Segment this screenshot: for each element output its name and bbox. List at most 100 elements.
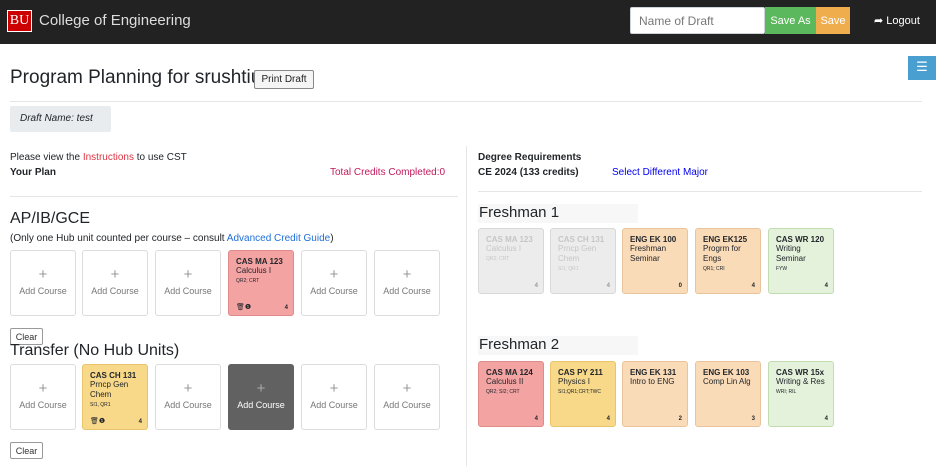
course-card-transfer[interactable]: CAS CH 131 Prncp Gen Chem SI1, QR1 🗑❶ 4 <box>82 364 148 430</box>
course-hub: SI1; QR1 <box>558 266 579 272</box>
course-credits: 4 <box>824 283 828 289</box>
add-course-slot[interactable]: + Add Course <box>374 250 440 316</box>
course-card[interactable]: ENG EK125 Progrm for Engs QR1; CRI 4 <box>695 228 761 294</box>
course-name: Physics I <box>558 377 591 386</box>
print-draft-button[interactable]: Print Draft <box>254 70 314 89</box>
course-credits: 4 <box>534 283 538 289</box>
add-course-label: Add Course <box>237 400 285 410</box>
page-title: Program Planning for srushtiu <box>10 67 262 88</box>
add-course-label: Add Course <box>310 400 358 410</box>
course-card[interactable]: ENG EK 103 Comp Lin Alg 3 <box>695 361 761 427</box>
course-card[interactable]: CAS PY 211 Physics I SI1;QR1;CRT;TWC 4 <box>550 361 616 427</box>
transfer-title: Transfer (No Hub Units) <box>10 342 180 359</box>
course-hub: QR2; CRT <box>236 278 260 284</box>
course-code: CAS PY 211 <box>558 368 603 377</box>
add-course-slot[interactable]: + Add Course <box>10 250 76 316</box>
course-credits: 0 <box>678 283 682 289</box>
plus-icon: + <box>183 266 193 283</box>
course-card[interactable]: CAS CH 131 Prncp Gen Chem SI1; QR1 4 <box>550 228 616 294</box>
total-credits: Total Credits Completed:0 <box>330 167 446 178</box>
course-card[interactable]: CAS WR 15x Writing & Res WRI; RIL 4 <box>768 361 834 427</box>
course-code: CAS WR 15x <box>776 368 825 377</box>
divider <box>10 196 458 197</box>
degree-name: CE 2024 (133 credits) <box>478 167 579 178</box>
ap-note-end: ) <box>330 233 334 244</box>
add-course-slot[interactable]: + Add Course <box>10 364 76 430</box>
clear-transfer-button[interactable]: Clear <box>10 442 43 459</box>
advanced-credit-guide-link[interactable]: Advanced Credit Guide <box>227 233 330 244</box>
course-name: Writing Seminar <box>776 244 806 263</box>
divider <box>478 191 922 192</box>
course-card[interactable]: CAS MA 124 Calculus II QR2; SI2; CRT 4 <box>478 361 544 427</box>
plus-icon: + <box>329 380 339 397</box>
course-hub: QR1; CRI <box>703 266 725 272</box>
select-different-major-link[interactable]: Select Different Major <box>612 167 708 178</box>
instructions-prefix: Please view the <box>10 152 83 163</box>
ap-note-text: (Only one Hub unit counted per course – … <box>10 233 227 244</box>
course-hub: WRI; RIL <box>776 389 797 395</box>
course-name: Prncp Gen Chem <box>90 380 129 399</box>
course-code: CAS MA 124 <box>486 368 533 377</box>
add-course-slot-hover[interactable]: + Add Course <box>228 364 294 430</box>
course-code: CAS MA 123 <box>486 235 533 244</box>
add-course-label: Add Course <box>19 400 67 410</box>
add-course-slot[interactable]: + Add Course <box>374 364 440 430</box>
plus-icon: + <box>402 380 412 397</box>
course-name: Calculus I <box>486 244 522 253</box>
course-card[interactable]: CAS WR 120 Writing Seminar FYW 4 <box>768 228 834 294</box>
course-hub: SI1;QR1;CRT;TWC <box>558 389 601 395</box>
course-name: Writing & Res <box>776 377 825 386</box>
instructions-suffix: to use CST <box>133 152 187 163</box>
course-card[interactable]: CAS MA 123 Calculus I QR2; CRT 4 <box>478 228 544 294</box>
course-credits: 4 <box>284 305 288 311</box>
menu-toggle-button[interactable]: ☰ <box>908 56 936 80</box>
bu-logo[interactable]: BU <box>7 10 32 32</box>
trash-info-icon[interactable]: 🗑❶ <box>90 417 105 425</box>
course-credits: 4 <box>534 416 538 422</box>
add-course-label: Add Course <box>310 286 358 296</box>
divider <box>10 101 922 102</box>
course-code: ENG EK125 <box>703 235 748 244</box>
menu-icon: ☰ <box>916 59 928 74</box>
course-code: CAS MA 123 <box>236 257 283 266</box>
course-code: CAS WR 120 <box>776 235 825 244</box>
trash-info-icon[interactable]: 🗑❶ <box>236 303 251 311</box>
column-divider <box>466 146 467 466</box>
course-code: CAS CH 131 <box>558 235 605 244</box>
ap-note: (Only one Hub unit counted per course – … <box>10 233 334 244</box>
course-hub: SI1, QR1 <box>90 402 111 408</box>
logout-button[interactable]: ➦ Logout <box>874 14 920 27</box>
course-code: ENG EK 100 <box>630 235 677 244</box>
course-code: ENG EK 103 <box>703 368 750 377</box>
plus-icon: + <box>38 380 48 397</box>
instructions-link[interactable]: Instructions <box>83 152 134 163</box>
add-course-slot[interactable]: + Add Course <box>155 364 221 430</box>
add-course-slot[interactable]: + Add Course <box>82 250 148 316</box>
ap-ib-gce-title: AP/IB/GCE <box>10 210 91 227</box>
degree-requirements-label: Degree Requirements <box>478 152 582 163</box>
add-course-slot[interactable]: + Add Course <box>301 250 367 316</box>
add-course-slot[interactable]: + Add Course <box>155 250 221 316</box>
freshman-1-title: Freshman 1 <box>478 204 638 223</box>
course-credits: 4 <box>138 419 142 425</box>
course-card[interactable]: ENG EK 100 Freshman Seminar 0 <box>622 228 688 294</box>
add-course-slot[interactable]: + Add Course <box>301 364 367 430</box>
plus-icon: + <box>402 266 412 283</box>
draft-name-input[interactable] <box>630 7 765 34</box>
course-hub: QR2; SI2; CRT <box>486 389 520 395</box>
add-course-label: Add Course <box>383 286 431 296</box>
plus-icon: + <box>183 380 193 397</box>
course-credits: 3 <box>751 416 755 422</box>
course-credits: 4 <box>606 283 610 289</box>
add-course-label: Add Course <box>383 400 431 410</box>
course-name: Calculus I <box>236 266 272 275</box>
course-name: Freshman Seminar <box>630 244 667 263</box>
save-as-button[interactable]: Save As <box>765 7 816 34</box>
course-name: Comp Lin Alg <box>703 377 751 386</box>
course-card[interactable]: ENG EK 131 Intro to ENG 2 <box>622 361 688 427</box>
logout-icon: ➦ <box>874 15 884 27</box>
college-name[interactable]: College of Engineering <box>39 12 191 29</box>
course-name: Intro to ENG <box>630 377 675 386</box>
course-card-ap[interactable]: CAS MA 123 Calculus I QR2; CRT 🗑❶ 4 <box>228 250 294 316</box>
save-button[interactable]: Save <box>816 7 850 34</box>
